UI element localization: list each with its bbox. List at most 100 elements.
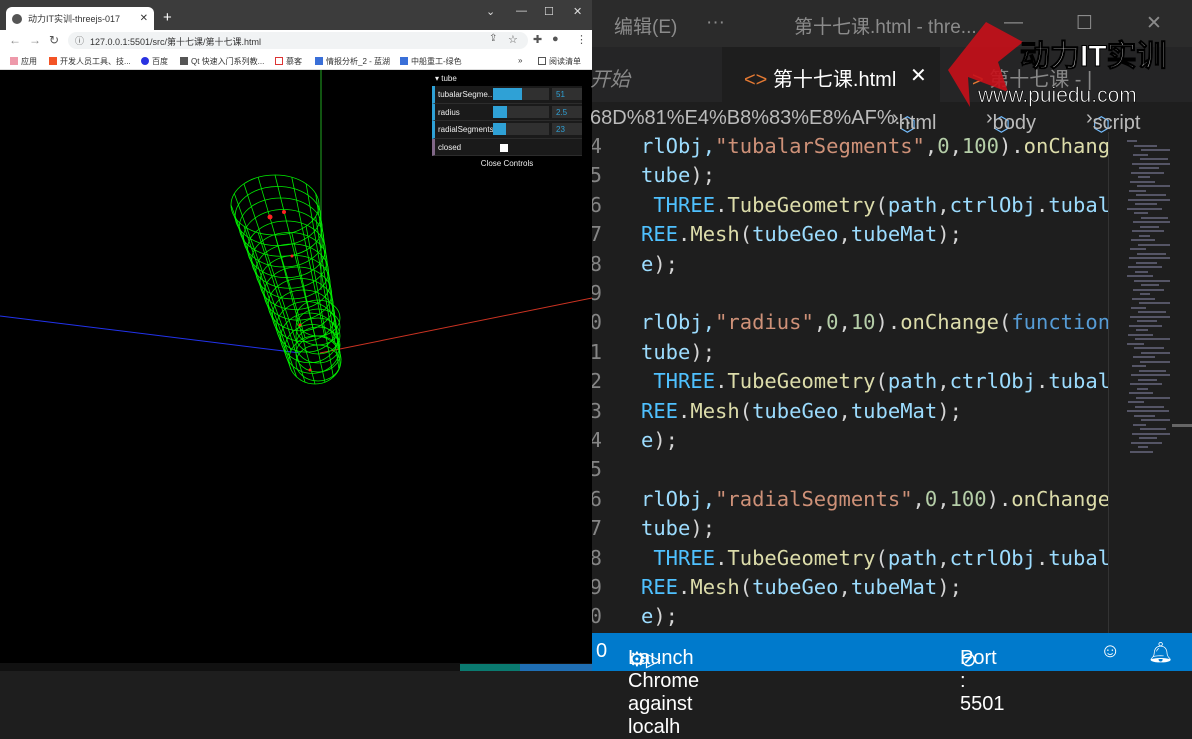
minimap-line xyxy=(1139,167,1159,169)
code-token: Mesh xyxy=(690,575,740,599)
code-line[interactable]: 0rlObj,"radius",0,10).onChange(function(… xyxy=(592,310,1108,339)
profile-icon[interactable]: ● xyxy=(552,33,559,45)
code-text: THREE.TubeGeometry(path,ctrlObj.tubalar xyxy=(641,369,1108,393)
close-tab-icon[interactable]: ✕ xyxy=(140,13,148,24)
slider[interactable] xyxy=(493,88,549,100)
bookmark-apps[interactable]: 应用 xyxy=(10,56,37,67)
code-line[interactable]: 8 THREE.TubeGeometry(path,ctrlObj.tubala… xyxy=(592,546,1108,575)
closed-checkbox[interactable] xyxy=(500,143,508,152)
breadcrumb-path[interactable]: 68D%81%E4%B8%83%E8%AF%... xyxy=(590,107,911,130)
tab-search-icon[interactable]: ⌄ xyxy=(486,5,495,18)
reload-icon[interactable]: ↻ xyxy=(49,33,59,47)
code-line[interactable]: 0 e); xyxy=(592,604,1108,633)
code-token: "tubalarSegments" xyxy=(715,134,925,158)
minimap-line xyxy=(1135,203,1157,205)
minimap-line xyxy=(1136,329,1148,331)
value-input[interactable]: 23 xyxy=(552,123,582,135)
minimap-line xyxy=(1131,441,1162,444)
bookmark-item[interactable]: 慕客 xyxy=(275,56,302,67)
value-input[interactable]: 2.5 xyxy=(552,105,582,118)
code-line[interactable]: 8 e); xyxy=(592,252,1108,281)
code-line[interactable]: 2 THREE.TubeGeometry(path,ctrlObj.tubala… xyxy=(592,369,1108,398)
code-line[interactable]: 6 THREE.TubeGeometry(path,ctrlObj.tubala… xyxy=(592,193,1108,222)
minimap-line xyxy=(1133,221,1173,223)
bookmark-item[interactable]: 情报分析_2 - 蓝湖 xyxy=(315,56,390,67)
share-icon[interactable]: ⇪ xyxy=(489,33,497,44)
gui-folder-tube[interactable]: ▾ tube xyxy=(432,74,582,86)
status-count[interactable]: 0 xyxy=(596,640,607,663)
bookmark-item[interactable]: Qt 快速入门系列教... xyxy=(180,56,264,67)
feedback-icon[interactable]: ☺ xyxy=(1100,640,1120,663)
url-input[interactable]: ⓘ 127.0.0.1:5501/src/第十七课/第十七课.html xyxy=(68,32,528,49)
menu-icon[interactable]: ⋮ xyxy=(576,33,587,46)
code-line[interactable]: 6 rlObj,"radialSegments",0,100).onChange(… xyxy=(592,487,1108,516)
code-token: 0 xyxy=(937,134,950,158)
code-token: rlObj, xyxy=(641,486,716,511)
bookmark-star-icon[interactable]: ☆ xyxy=(508,33,518,46)
code-token: TubeGeometry xyxy=(727,545,876,570)
code-token: ); xyxy=(690,516,716,541)
code-token: ). xyxy=(998,134,1024,158)
code-line[interactable]: 5 xyxy=(592,457,1108,486)
minimize-icon[interactable]: — xyxy=(516,5,527,17)
new-tab-button[interactable]: + xyxy=(163,9,172,26)
line-number: 4 xyxy=(592,134,602,158)
code-line[interactable]: 9 xyxy=(592,281,1108,310)
close-tab-icon[interactable]: ✕ xyxy=(910,63,927,88)
code-line[interactable]: 9 REE.Mesh(tubeGeo,tubeMat); xyxy=(592,575,1108,604)
close-controls-button[interactable]: Close Controls xyxy=(432,156,582,170)
info-icon: ⓘ xyxy=(75,36,85,46)
back-icon[interactable]: ← xyxy=(9,33,21,47)
code-line[interactable]: 3 REE.Mesh(tubeGeo,tubeMat); xyxy=(592,399,1108,428)
code-line[interactable]: 4 e); xyxy=(592,428,1108,457)
extensions-icon[interactable]: ✚ xyxy=(533,33,542,46)
minimap-line xyxy=(1141,216,1168,219)
code-token: THREE xyxy=(641,192,716,217)
tab-active-file[interactable]: <> 第十七课.html ✕ xyxy=(722,47,940,102)
bookmark-item[interactable]: 中船重工-绿色 xyxy=(400,56,462,67)
scroll-thumb[interactable] xyxy=(1172,424,1192,427)
line-number: 3 xyxy=(592,398,602,423)
bell-icon[interactable]: 🔔︎ xyxy=(1148,640,1173,665)
value-input[interactable]: 51 xyxy=(552,88,582,100)
code-token: TubeGeometry xyxy=(727,192,876,217)
minimap-line xyxy=(1133,423,1146,426)
forward-icon[interactable]: → xyxy=(29,33,41,47)
maximize-icon[interactable]: ☐ xyxy=(544,5,554,18)
code-token: ( xyxy=(739,398,753,423)
slider[interactable] xyxy=(493,123,549,135)
code-token: 10 xyxy=(850,310,876,335)
minimap-line xyxy=(1137,387,1148,390)
bookmark-item[interactable]: 百度 xyxy=(141,56,168,67)
code-line[interactable]: 1 tube); xyxy=(592,340,1108,369)
minimap[interactable] xyxy=(1108,132,1184,633)
code-token: , xyxy=(937,545,950,570)
code-text: REE.Mesh(tubeGeo,tubeMat); xyxy=(641,575,962,599)
code-line[interactable]: 7 tube); xyxy=(592,516,1108,545)
code-token: , xyxy=(924,134,938,158)
menu-edit[interactable]: 编辑(E) xyxy=(614,12,677,39)
minimap-line xyxy=(1138,446,1148,448)
menu-more[interactable]: ··· xyxy=(706,12,725,34)
lanhu-icon xyxy=(400,57,408,65)
reading-list-button[interactable]: 阅读清单 xyxy=(538,56,581,67)
code-token: tubalar xyxy=(1048,545,1108,570)
breadcrumb-html[interactable]: › ⬡ html xyxy=(892,107,936,136)
line-number: 7 xyxy=(592,222,602,247)
slider[interactable] xyxy=(493,105,549,118)
minimap-line xyxy=(1131,374,1171,376)
minimap-line xyxy=(1134,414,1155,417)
bookmark-item[interactable]: 开发人员工具、技... xyxy=(49,56,131,67)
code-text: rlObj,"radialSegments",0,100).onChange(f xyxy=(641,487,1108,511)
browser-tab[interactable]: 动力IT实训-threejs-017 ✕ xyxy=(6,7,154,30)
tab-welcome[interactable]: 开始 xyxy=(590,63,630,92)
code-line[interactable]: 4 rlObj,"tubalarSegments",0,100).onChange… xyxy=(592,134,1108,163)
code-line[interactable]: 7 REE.Mesh(tubeGeo,tubeMat); xyxy=(592,222,1108,251)
code-line[interactable]: 5 tube); xyxy=(592,163,1108,192)
close-window-icon[interactable]: ✕ xyxy=(573,5,582,18)
code-editor[interactable]: 4 rlObj,"tubalarSegments",0,100).onChange… xyxy=(592,132,1108,633)
code-text: rlObj,"tubalarSegments",0,100).onChange( xyxy=(641,134,1108,158)
more-bookmarks-button[interactable]: » xyxy=(518,56,522,65)
minimap-line xyxy=(1127,207,1162,210)
editor-scrollbar[interactable] xyxy=(1170,132,1192,633)
